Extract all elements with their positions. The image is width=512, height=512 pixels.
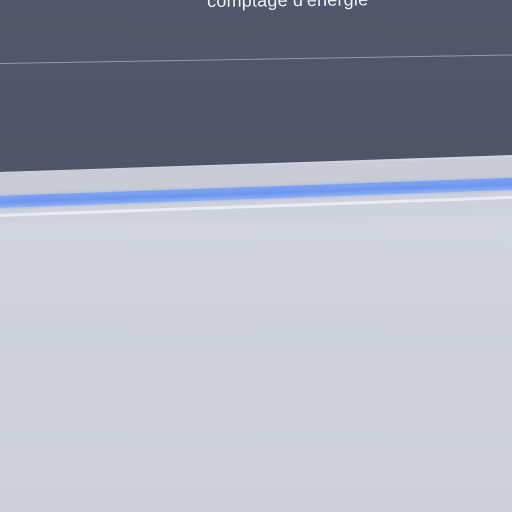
content-area (0, 215, 512, 512)
app-screen: comptage d'énergie (0, 0, 512, 512)
header-divider (0, 54, 512, 64)
page-title: comptage d'énergie (207, 0, 369, 11)
header-bar: comptage d'énergie (0, 0, 512, 172)
